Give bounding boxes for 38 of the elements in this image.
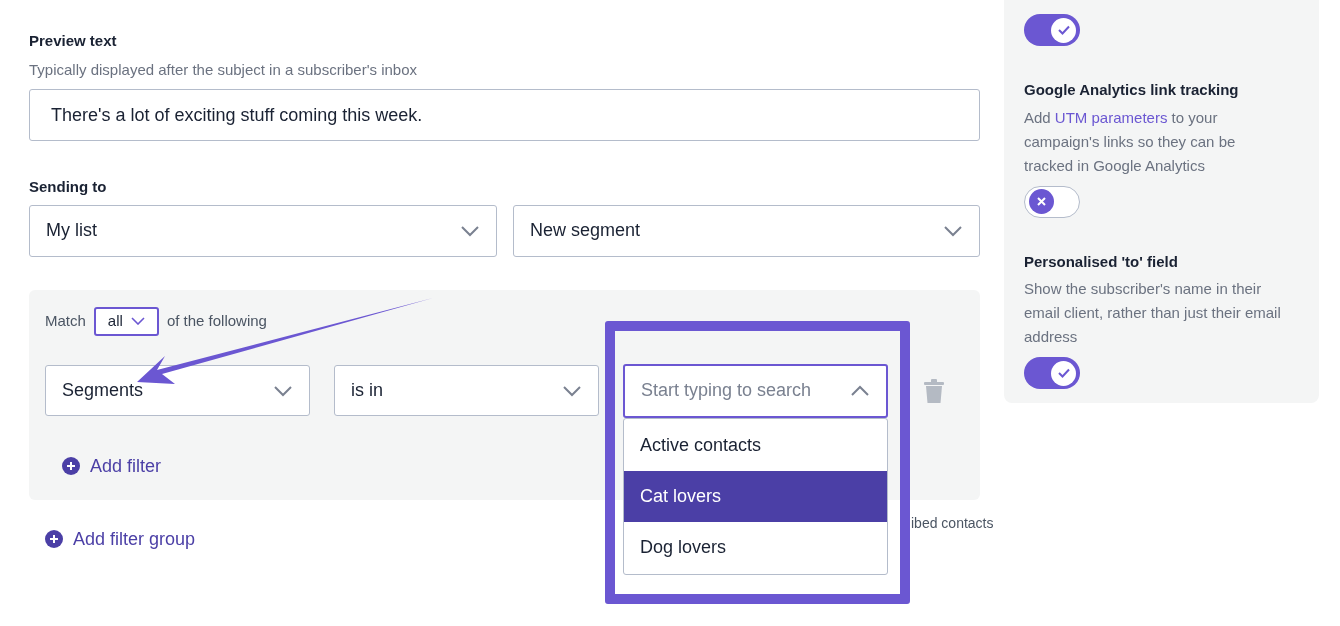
field-label: Sending to [29,177,108,197]
dropdown-option[interactable]: Active contacts [624,420,887,471]
chevron-down-icon [130,317,145,325]
utm-link[interactable]: UTM parameters [1054,108,1168,126]
setting-title: Personalised 'to' field [1024,251,1179,272]
chevron-up-icon [850,384,870,397]
setting-description: Show the subscriber's name in their email client, rather than just their email address [1024,279,1282,347]
check-icon [1057,368,1070,378]
check-icon [1057,25,1070,35]
field-select[interactable]: Segments [45,365,310,416]
list-select[interactable]: My list [29,204,497,257]
match-label: Match [45,310,86,331]
contacts-note: ibed contacts [911,514,994,533]
chevron-down-icon [273,384,293,397]
setting-title: Google Analytics link tracking [1024,80,1240,100]
field-hint: Typically displayed after the subject in a subscriber's inbox [29,59,419,80]
chevron-down-icon [460,224,480,237]
dropdown-option[interactable]: Cat lovers [624,471,887,522]
trash-icon [924,378,944,403]
close-icon [1037,197,1046,206]
dropdown-option[interactable]: Dog lovers [624,522,887,573]
toggle-switch[interactable] [1024,14,1080,46]
search-field[interactable]: Start typing to search [623,363,888,418]
add-filter-group-link[interactable]: Add filter group [45,525,196,553]
setting-description: Add UTM parameters to your campaign's links so they can be tracked in Google Analytics [1024,107,1237,176]
operator-select[interactable]: is in [334,365,599,416]
chevron-down-icon [943,224,963,237]
match-select[interactable]: all [93,306,159,336]
plus-icon [45,530,63,548]
toggle-switch[interactable] [1024,357,1080,389]
plus-icon [62,457,80,475]
chevron-down-icon [562,384,582,397]
add-filter-link[interactable]: Add filter [62,452,162,480]
segment-select[interactable]: New segment [513,204,980,257]
toggle-switch[interactable] [1024,185,1080,218]
match-suffix: of the following [166,310,267,331]
field-label: Preview text [29,31,118,51]
preview-text-field[interactable]: There's a lot of exciting stuff coming this week. [29,89,980,141]
